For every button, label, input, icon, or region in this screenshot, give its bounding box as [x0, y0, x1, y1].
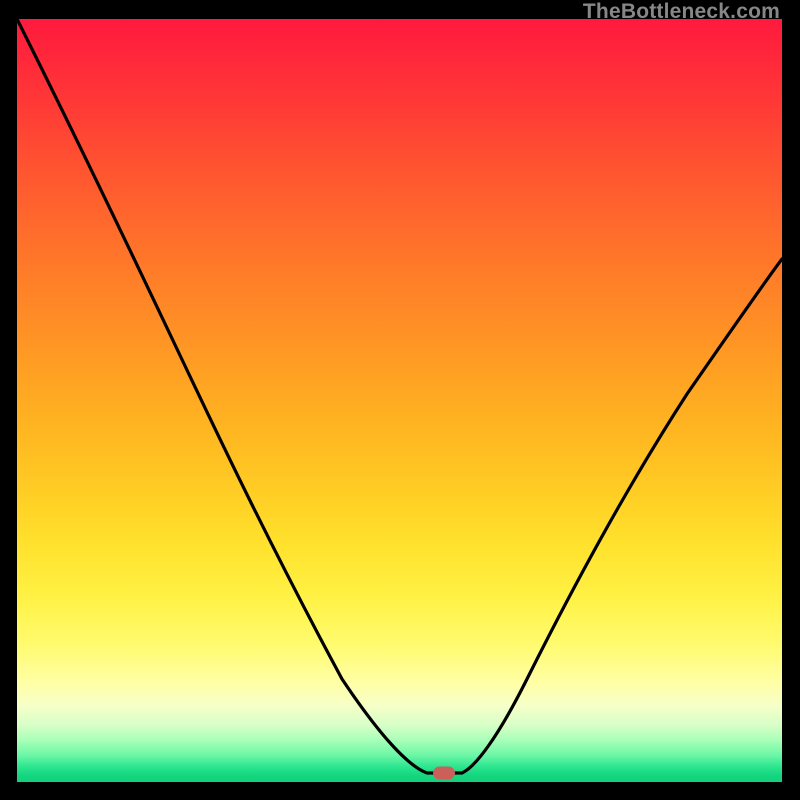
curve-path	[17, 19, 782, 773]
bottleneck-curve	[17, 19, 782, 782]
attribution-text: TheBottleneck.com	[583, 0, 780, 24]
chart-frame: TheBottleneck.com	[0, 0, 800, 800]
chart-plot-area	[17, 19, 782, 782]
optimal-marker	[433, 767, 455, 780]
